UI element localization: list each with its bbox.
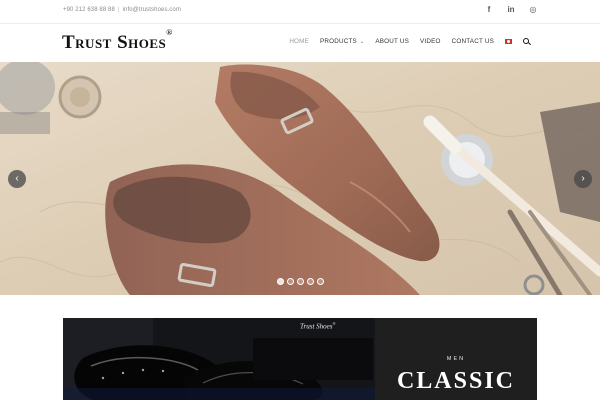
- site-header: Trust Shoes® HOME PRODUCTS ⌄ ABOUT US VID…: [0, 24, 600, 62]
- slider-next-button[interactable]: ›: [574, 170, 592, 188]
- hero-slider: ‹ ›: [0, 62, 600, 295]
- promo-text-panel: MEN CLASSIC: [375, 318, 537, 400]
- turkey-flag-icon[interactable]: [505, 39, 512, 44]
- nav-products[interactable]: PRODUCTS ⌄: [320, 38, 364, 45]
- nav-products-label: PRODUCTS: [320, 38, 357, 45]
- site-logo[interactable]: Trust Shoes®: [62, 28, 173, 54]
- social-links: f in ◎: [484, 5, 538, 15]
- slider-dot[interactable]: [317, 278, 324, 285]
- promo-image: Trust Shoes®: [63, 318, 375, 400]
- hero-image: [0, 62, 600, 295]
- nav-video[interactable]: VIDEO: [420, 38, 441, 45]
- main-nav: HOME PRODUCTS ⌄ ABOUT US VIDEO CONTACT US: [289, 38, 530, 45]
- logo-text: Trust Shoes: [62, 32, 167, 53]
- promo-banner[interactable]: Trust Shoes® MEN CLASSIC: [63, 318, 537, 400]
- slider-dot[interactable]: [277, 278, 284, 285]
- slider-dot[interactable]: [287, 278, 294, 285]
- promo-brand-mark: ®: [332, 321, 336, 326]
- promo-collection-title: CLASSIC: [396, 368, 516, 394]
- promo-brand-text: Trust Shoes: [300, 322, 333, 331]
- contact-info: +90 212 638 88 88 | info@trustshoes.com: [63, 7, 181, 13]
- nav-home[interactable]: HOME: [289, 38, 309, 45]
- email-link[interactable]: info@trustshoes.com: [123, 7, 181, 13]
- linkedin-icon[interactable]: in: [506, 5, 516, 15]
- search-icon[interactable]: [523, 38, 530, 45]
- top-bar: +90 212 638 88 88 | info@trustshoes.com f …: [0, 0, 600, 24]
- promo-category: MEN: [446, 356, 466, 362]
- logo-registered-mark: ®: [166, 27, 173, 37]
- slider-prev-button[interactable]: ‹: [8, 170, 26, 188]
- nav-contact[interactable]: CONTACT US: [452, 38, 494, 45]
- facebook-icon[interactable]: f: [484, 5, 494, 15]
- nav-about[interactable]: ABOUT US: [375, 38, 409, 45]
- instagram-icon[interactable]: ◎: [528, 5, 538, 15]
- slider-pagination: [277, 278, 324, 285]
- contact-separator: |: [117, 7, 120, 13]
- phone-number[interactable]: +90 212 638 88 88: [63, 7, 115, 13]
- chevron-down-icon: ⌄: [359, 39, 365, 45]
- slider-dot[interactable]: [307, 278, 314, 285]
- promo-brand-logo: Trust Shoes®: [300, 321, 336, 330]
- slider-dot[interactable]: [297, 278, 304, 285]
